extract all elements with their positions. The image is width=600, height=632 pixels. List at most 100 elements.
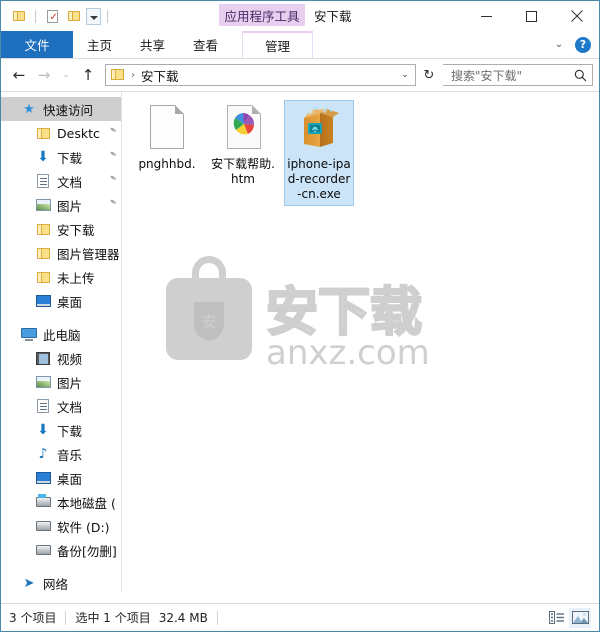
quick-access-toolbar: ✓ bbox=[1, 6, 112, 26]
refresh-button[interactable]: ↻ bbox=[418, 64, 440, 86]
tab-file[interactable]: 文件 bbox=[1, 31, 73, 58]
video-icon bbox=[35, 350, 51, 366]
network-icon: ➤ bbox=[23, 575, 35, 591]
star-icon: ★ bbox=[23, 101, 35, 117]
sidebar-item-9[interactable]: 此电脑 bbox=[1, 322, 121, 346]
sidebar-item-label: 软件 (D:) bbox=[57, 519, 110, 535]
nav-group-gap bbox=[1, 313, 121, 322]
tab-view[interactable]: 查看 bbox=[179, 31, 232, 58]
search-box[interactable]: 搜索"安下载" bbox=[443, 64, 593, 86]
file-item-2[interactable]: iphone-ipad-recorder-cn.exe bbox=[284, 100, 354, 206]
properties-button[interactable]: ✓ bbox=[42, 6, 62, 26]
back-button[interactable]: ← bbox=[7, 63, 31, 87]
address-bar: ← → ⌄ ↑ › 安下载 ⌄ ↻ 搜索"安下载" bbox=[1, 59, 599, 92]
recent-locations-button[interactable]: ⌄ bbox=[57, 63, 75, 87]
sidebar-item-11[interactable]: 图片 bbox=[1, 370, 121, 394]
sidebar-item-15[interactable]: 桌面 bbox=[1, 466, 121, 490]
file-list-pane[interactable]: 安 安下载 anxz.com pnghhbd. 安下载帮助.htm iphone-i… bbox=[122, 92, 599, 592]
pin-icon[interactable]: ✒ bbox=[107, 149, 119, 162]
chevron-down-icon bbox=[89, 15, 98, 20]
sidebar-item-0[interactable]: ★ 快速访问 bbox=[1, 97, 121, 121]
help-icon[interactable]: ? bbox=[575, 36, 591, 53]
sidebar-item-7[interactable]: 未上传 bbox=[1, 265, 121, 289]
item-count-label: 3 个项目 bbox=[9, 611, 57, 625]
folder-icon bbox=[12, 10, 26, 22]
ribbon-right-controls: ⌄ ? bbox=[549, 31, 595, 58]
sidebar-item-1[interactable]: Desktc ✒ bbox=[1, 121, 121, 145]
file-name-label: 安下载帮助.htm bbox=[211, 157, 275, 186]
search-icon[interactable] bbox=[572, 67, 588, 83]
title-bar: ✓ 应用程序工具 安下载 bbox=[1, 1, 599, 31]
sidebar-item-17[interactable]: 软件 (D:) bbox=[1, 514, 121, 538]
sidebar-item-12[interactable]: 文档 bbox=[1, 394, 121, 418]
details-view-button[interactable] bbox=[545, 608, 567, 628]
tab-share[interactable]: 共享 bbox=[126, 31, 179, 58]
sidebar-item-2[interactable]: ⬇ 下载 ✒ bbox=[1, 145, 121, 169]
blank-document-icon bbox=[143, 104, 191, 152]
folder-icon bbox=[35, 125, 51, 141]
nav-group-gap bbox=[1, 562, 121, 571]
status-divider bbox=[216, 610, 218, 625]
qat-divider bbox=[107, 9, 108, 23]
breadcrumb-current-folder[interactable]: 安下载 bbox=[141, 66, 397, 85]
folder-icon bbox=[35, 221, 51, 237]
navigation-pane[interactable]: ★ 快速访问 Desktc ✒ ⬇ 下载 ✒ 文档 ✒ 图片 ✒ 安下载 图片管理器 未上传 桌面 此电脑 视频… bbox=[1, 92, 122, 592]
breadcrumb[interactable]: › 安下载 ⌄ bbox=[105, 64, 416, 86]
tab-home[interactable]: 主页 bbox=[73, 31, 126, 58]
picture-icon bbox=[35, 374, 51, 390]
pin-icon[interactable]: ✒ bbox=[107, 197, 119, 210]
sidebar-item-4[interactable]: 图片 ✒ bbox=[1, 193, 121, 217]
sidebar-item-label: 下载 bbox=[57, 423, 83, 439]
file-item-0[interactable]: pnghhbd. bbox=[132, 100, 202, 176]
svg-text:anxz.com: anxz.com bbox=[266, 333, 430, 372]
sidebar-item-6[interactable]: 图片管理器 bbox=[1, 241, 121, 265]
folder-icon bbox=[35, 245, 51, 261]
sidebar-item-label: 桌面 bbox=[57, 471, 83, 487]
blank-document-icon bbox=[150, 105, 184, 149]
tab-manage[interactable]: 管理 bbox=[242, 31, 314, 58]
sidebar-item-label: 桌面 bbox=[57, 294, 83, 310]
sidebar-item-18[interactable]: 备份[勿删] bbox=[1, 538, 121, 562]
pin-icon[interactable]: ✒ bbox=[107, 173, 119, 186]
sidebar-item-19[interactable]: ➤ 网络 bbox=[1, 571, 121, 592]
sidebar-item-3[interactable]: 文档 ✒ bbox=[1, 169, 121, 193]
properties-icon: ✓ bbox=[46, 9, 58, 23]
file-item-1[interactable]: 安下载帮助.htm bbox=[208, 100, 278, 191]
undo-folder-button[interactable] bbox=[64, 6, 84, 26]
sidebar-item-label: Desktc bbox=[57, 125, 100, 141]
sidebar-item-label: 音乐 bbox=[57, 447, 83, 463]
desktop-icon bbox=[35, 293, 51, 309]
customize-quick-access-button[interactable] bbox=[86, 7, 101, 25]
sidebar-item-label: 视频 bbox=[57, 351, 83, 367]
sidebar-item-14[interactable]: ♪ 音乐 bbox=[1, 442, 121, 466]
minimize-button[interactable] bbox=[464, 1, 509, 31]
sidebar-item-10[interactable]: 视频 bbox=[1, 346, 121, 370]
sidebar-item-5[interactable]: 安下载 bbox=[1, 217, 121, 241]
file-icon-grid[interactable]: pnghhbd. 安下载帮助.htm iphone-ipad-recorder-cn… bbox=[122, 92, 599, 206]
qat-divider bbox=[35, 9, 36, 23]
up-button[interactable]: ↑ bbox=[76, 63, 100, 87]
folder-icon bbox=[111, 69, 125, 81]
selection-size-label: 32.4 MB bbox=[158, 610, 208, 625]
document-icon bbox=[35, 173, 51, 189]
close-button[interactable] bbox=[554, 1, 599, 31]
sidebar-item-13[interactable]: ⬇ 下载 bbox=[1, 418, 121, 442]
breadcrumb-separator: › bbox=[131, 69, 135, 81]
status-bar: 3 个项目 选中 1 个项目 32.4 MB bbox=[1, 603, 599, 631]
pin-icon[interactable]: ✒ bbox=[107, 125, 119, 138]
sidebar-item-16[interactable]: 本地磁盘 ( bbox=[1, 490, 121, 514]
chevron-down-icon[interactable]: ⌄ bbox=[397, 65, 413, 85]
sidebar-item-label: 本地磁盘 ( bbox=[57, 495, 116, 511]
maximize-button[interactable] bbox=[509, 1, 554, 31]
sidebar-item-label: 快速访问 bbox=[43, 102, 94, 118]
chevron-down-icon[interactable]: ⌄ bbox=[549, 35, 569, 55]
forward-button[interactable]: → bbox=[32, 63, 56, 87]
file-explorer-window: ✓ 应用程序工具 安下载 文件 主页 共享 查看 管理 ⌄ ? ← → ⌄ ↑ … bbox=[0, 0, 600, 632]
search-input[interactable]: 搜索"安下载" bbox=[451, 67, 572, 84]
sidebar-item-label: 网络 bbox=[43, 576, 69, 592]
new-folder-button[interactable] bbox=[9, 6, 29, 26]
file-name-label: pnghhbd. bbox=[138, 157, 196, 171]
site-watermark: 安 安下载 anxz.com bbox=[162, 242, 452, 373]
sidebar-item-8[interactable]: 桌面 bbox=[1, 289, 121, 313]
large-icons-view-button[interactable] bbox=[569, 607, 591, 628]
